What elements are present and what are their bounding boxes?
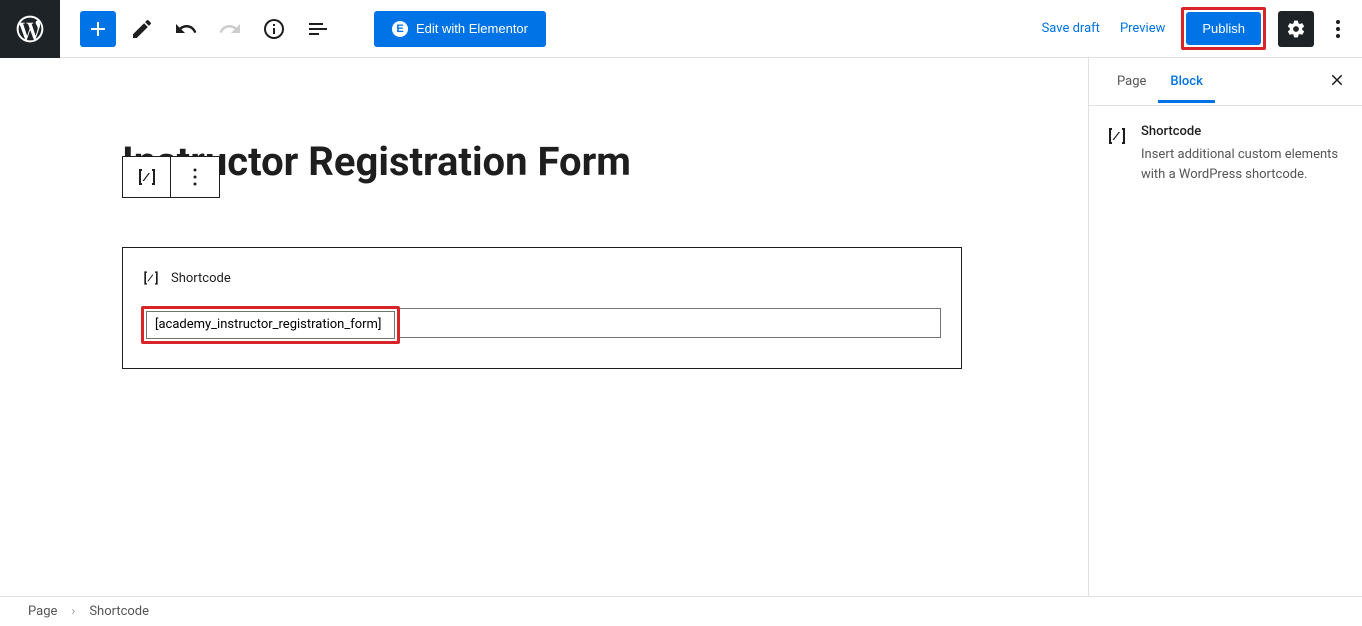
redo-icon — [218, 17, 242, 41]
wordpress-icon — [14, 13, 46, 45]
toolbar-right: Save draft Preview Publish — [1038, 7, 1362, 50]
shortcode-block[interactable]: Shortcode — [122, 247, 962, 369]
toolbar-left: E Edit with Elementor — [60, 11, 546, 47]
page-title[interactable]: Instructor Registration Form — [122, 138, 962, 185]
list-icon — [306, 17, 330, 41]
block-info: Shortcode Insert additional custom eleme… — [1105, 124, 1346, 184]
breadcrumb-shortcode[interactable]: Shortcode — [89, 604, 149, 619]
edit-with-elementor-button[interactable]: E Edit with Elementor — [374, 11, 546, 47]
settings-button[interactable] — [1278, 11, 1314, 47]
sidebar-content: Shortcode Insert additional custom eleme… — [1089, 106, 1362, 202]
tab-block[interactable]: Block — [1158, 60, 1214, 103]
shortcode-icon — [135, 165, 159, 189]
dots-vertical-icon — [1326, 17, 1350, 41]
dots-vertical-icon — [183, 165, 207, 189]
info-button[interactable] — [256, 11, 292, 47]
editor-content: Instructor Registration Form Shortcode — [122, 138, 962, 369]
shortcode-block-label: Shortcode — [171, 271, 231, 286]
undo-button[interactable] — [168, 11, 204, 47]
editor-canvas: Instructor Registration Form Shortcode — [0, 58, 1088, 596]
add-block-button[interactable] — [80, 11, 116, 47]
elementor-label: Edit with Elementor — [416, 21, 528, 36]
info-icon — [262, 17, 286, 41]
preview-button[interactable]: Preview — [1116, 15, 1169, 42]
main-area: Instructor Registration Form Shortcode — [0, 58, 1362, 596]
shortcode-icon — [1105, 124, 1129, 148]
undo-icon — [174, 17, 198, 41]
block-info-description: Insert additional custom elements with a… — [1141, 145, 1346, 184]
breadcrumb-separator-icon: › — [71, 604, 75, 619]
publish-highlight: Publish — [1181, 7, 1266, 50]
close-icon — [1328, 71, 1346, 89]
redo-button[interactable] — [212, 11, 248, 47]
more-options-button[interactable] — [1326, 11, 1350, 47]
wordpress-logo[interactable] — [0, 0, 60, 58]
shortcode-input[interactable] — [146, 311, 395, 339]
sidebar-tabs: Page Block — [1089, 58, 1362, 106]
shortcode-icon — [141, 268, 161, 288]
outline-button[interactable] — [300, 11, 336, 47]
tab-page[interactable]: Page — [1105, 60, 1158, 103]
block-toolbar — [122, 156, 220, 198]
shortcode-input-highlight — [141, 306, 400, 344]
publish-button[interactable]: Publish — [1186, 12, 1261, 45]
settings-sidebar: Page Block Shortcode Insert additional c… — [1088, 58, 1362, 596]
shortcode-block-header: Shortcode — [141, 268, 943, 288]
tools-button[interactable] — [124, 11, 160, 47]
close-sidebar-button[interactable] — [1328, 70, 1346, 94]
save-draft-button[interactable]: Save draft — [1038, 15, 1104, 42]
gear-icon — [1286, 19, 1306, 39]
breadcrumb-page[interactable]: Page — [28, 604, 57, 619]
shortcode-input-extension[interactable] — [400, 308, 941, 338]
elementor-icon: E — [392, 21, 408, 37]
breadcrumb-footer: Page › Shortcode — [0, 596, 1362, 626]
plus-icon — [86, 17, 110, 41]
block-type-button[interactable] — [123, 157, 171, 197]
top-bar: E Edit with Elementor Save draft Preview… — [0, 0, 1362, 58]
block-more-button[interactable] — [171, 157, 219, 197]
block-info-name: Shortcode — [1141, 124, 1346, 139]
pencil-icon — [130, 17, 154, 41]
